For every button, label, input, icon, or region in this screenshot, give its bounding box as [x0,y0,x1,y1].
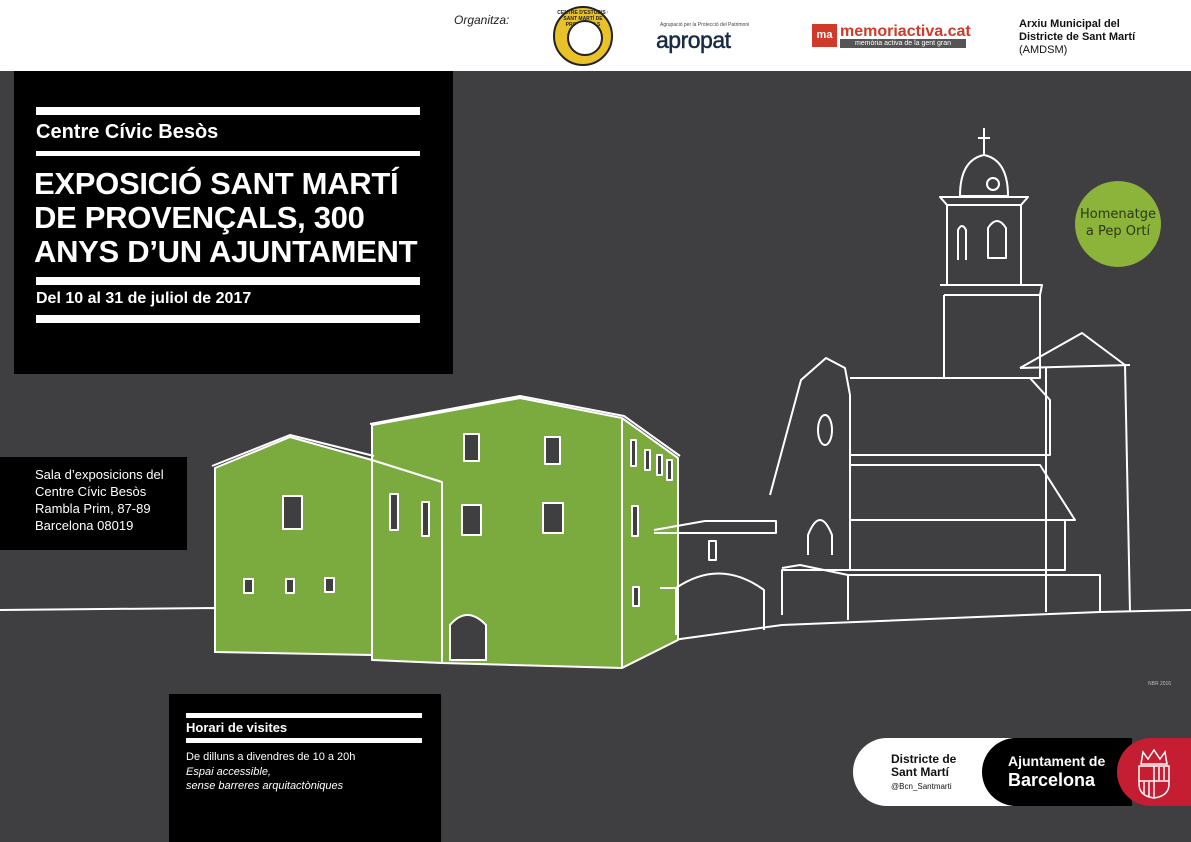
window [324,577,335,593]
illustration-credit: NBR 2016 [1148,681,1172,687]
bell-tower-window [957,225,967,260]
church-facade [769,357,851,615]
door [449,614,487,661]
window [630,439,637,467]
bell-tower-window [987,220,1007,259]
window [708,540,717,561]
hours-rule [186,738,422,743]
title-rule [36,107,420,115]
window [542,502,564,534]
church-roof [850,377,1051,456]
window [421,501,430,537]
crest-icon [1138,748,1170,799]
bell-tower-lower [940,284,1043,296]
visiting-hours-block: Horari de visites De dilluns a divendres… [169,694,441,842]
district-line2: Sant Martí [891,765,950,779]
window [656,454,663,476]
left-house-side [371,459,443,664]
window [243,578,254,594]
window [461,504,482,536]
tower-clock [986,177,1000,191]
badge-line2: a Pep Ortí [1085,224,1151,239]
window [389,493,399,531]
badge-text: Homenatge a Pep Ortí [1075,206,1161,240]
title-rule [36,151,420,156]
address-line4: Barcelona 08019 [35,518,134,533]
district-line1: Districte de [891,752,957,766]
homage-badge: Homenatge a Pep Ortí [1075,181,1161,267]
window [666,459,673,481]
address-line2: Centre Cívic Besòs [35,484,147,499]
bell-tower-upper [939,196,1029,286]
hours-accessibility: Espai accessible, sense barreres arquita… [186,765,343,793]
window [632,586,640,607]
ajuntament-name: Ajuntament de Barcelona [1008,752,1105,790]
church-side-roof [850,464,1076,521]
title-block: Centre Cívic Besòs EXPOSICIÓ SANT MARTÍ … [14,71,453,374]
church-wall [849,520,1066,571]
bridge-arch [675,572,765,635]
hours-line3: sense barreres arquitactòniques [186,780,344,792]
window [463,433,480,462]
church-portal [807,519,833,555]
address-block: Sala d’exposicions del Centre Cívic Besò… [0,457,187,550]
address-line1: Sala d’exposicions del [35,467,164,482]
hours-rule [186,713,422,718]
hours-line2: Espai accessible, [186,766,271,778]
window [282,495,303,530]
address-line3: Rambla Prim, 87-89 [35,501,151,516]
ajuntament-line1: Ajuntament de [1008,753,1106,769]
exhibition-title: EXPOSICIÓ SANT MARTÍ DE PROVENÇALS, 300 … [34,166,418,269]
hours-schedule: De dilluns a divendres de 10 a 20h [186,751,356,763]
district-name: Districte de Sant Martí [891,753,956,779]
barcelona-crest-icon [1117,738,1191,806]
exhibition-dates: Del 10 al 31 de juliol de 2017 [36,290,252,307]
title-rule [36,277,420,285]
church-lower [781,564,1101,612]
badge-line1: Homenatge [1080,207,1156,222]
window [631,505,639,537]
district-handle: @Bcn_Santmarti [891,782,952,791]
church-rose-window [817,414,833,446]
address-text: Sala d’exposicions del Centre Cívic Besò… [35,466,164,534]
ajuntament-line2: Barcelona [1008,770,1096,790]
ajuntament-logo: Ajuntament de Barcelona [982,738,1132,806]
centre-name: Centre Cívic Besòs [36,121,219,143]
window [544,436,561,465]
window [644,449,651,471]
title-rule [36,315,420,323]
window [285,578,295,594]
hours-title: Horari de visites [186,720,288,735]
bell-tower-dome [959,154,1009,197]
left-house [214,436,373,656]
